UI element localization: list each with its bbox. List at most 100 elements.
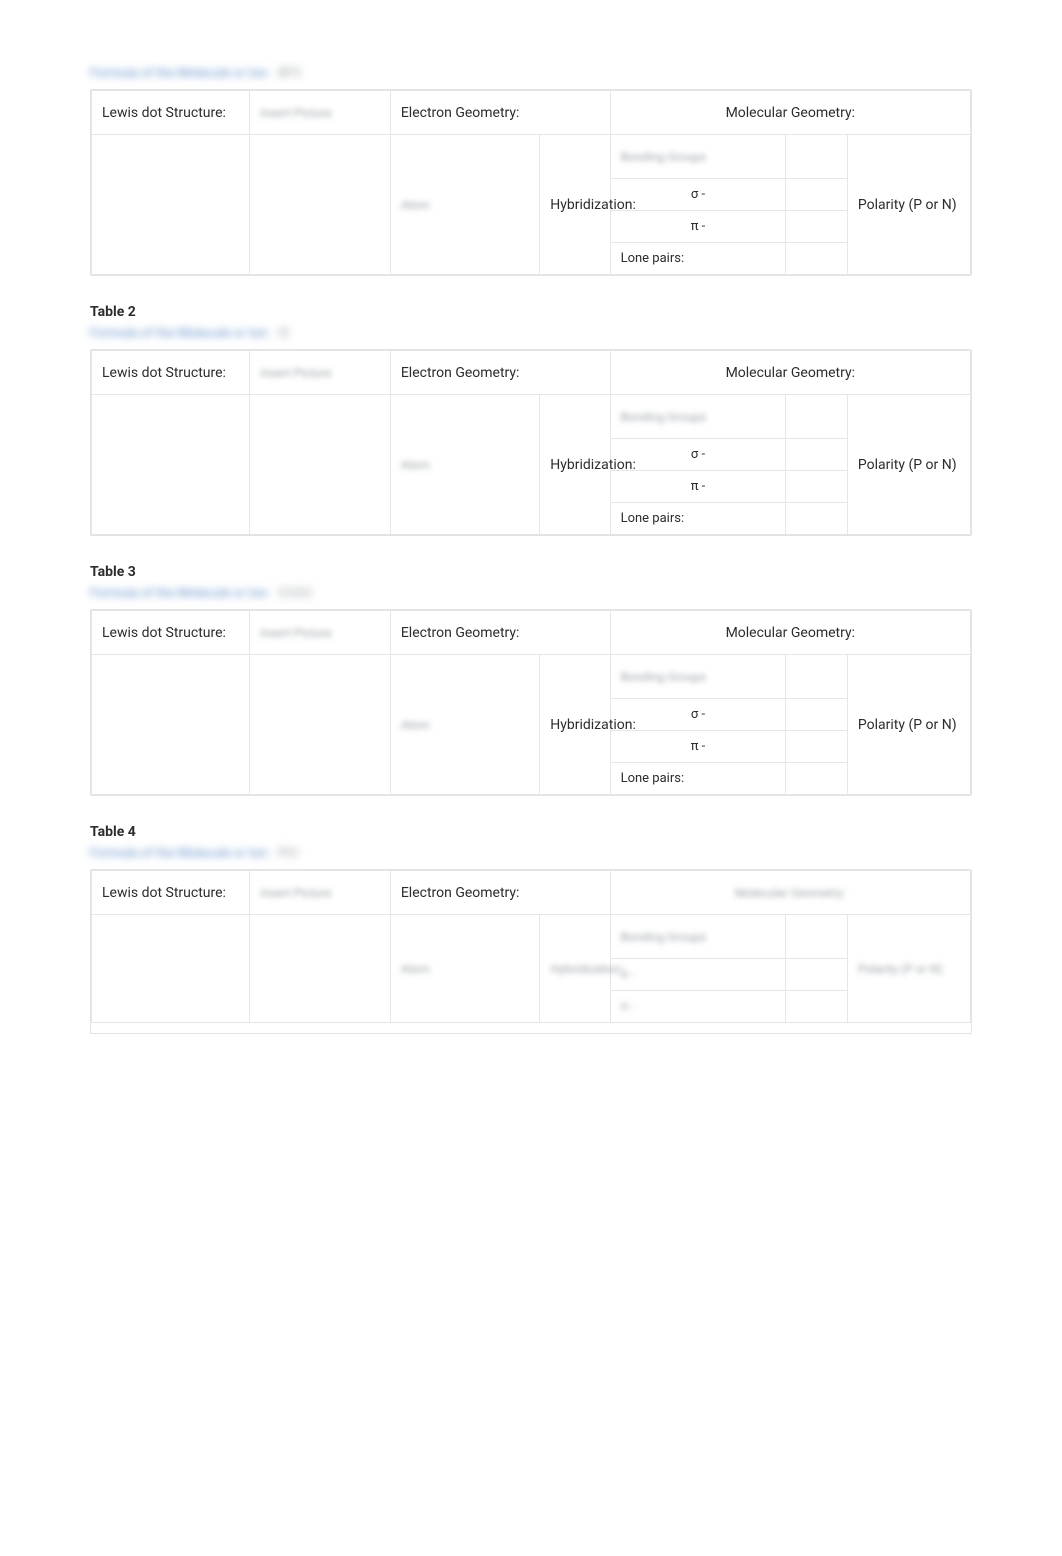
formula-line-2: Formula of the Molecule or Ion: I3 (90, 326, 972, 341)
table-3: Lewis dot Structure: Insert Picture Elec… (90, 609, 972, 796)
bonding-groups-hint: Bonding Groups (621, 150, 707, 164)
polarity-cell: Polarity (P or N) (847, 915, 970, 1023)
atom-cell: Atom (390, 915, 539, 1023)
lewis-area-right (250, 655, 391, 795)
bonding-groups-value (786, 395, 848, 439)
pi-value (786, 731, 848, 763)
insert-picture-hint: Insert Picture (260, 106, 331, 120)
table-4-heading: Table 4 (90, 824, 972, 840)
bonding-groups-cell: Bonding Groups (610, 135, 786, 179)
molecular-geometry-label: Molecular Geometry: (735, 886, 846, 900)
pi-label: π - (621, 999, 634, 1013)
hybridization-label: Hybridization: (540, 135, 610, 275)
lone-pairs-label: Lone pairs: (610, 763, 786, 795)
formula-value: CH2O (278, 586, 312, 601)
table-3-heading: Table 3 (90, 564, 972, 580)
electron-geometry-label: Electron Geometry: (390, 91, 610, 135)
lewis-picture-cell: Insert Picture (250, 91, 391, 135)
lewis-area-right (250, 135, 391, 275)
sigma-value (786, 439, 848, 471)
atom-cell: Atom (390, 135, 539, 275)
formula-label: Formula of the Molecule or Ion: (90, 326, 270, 341)
atom-cell: Atom (390, 655, 539, 795)
electron-geometry-label: Electron Geometry: (390, 871, 610, 915)
insert-picture-hint: Insert Picture (260, 886, 331, 900)
formula-line-4: Formula of the Molecule or Ion: PCl (90, 846, 972, 861)
formula-label: Formula of the Molecule or Ion: (90, 586, 270, 601)
lone-pairs-label: Lone pairs: (610, 243, 786, 275)
sigma-cell: σ - (610, 959, 786, 991)
sigma-label: σ - (610, 699, 786, 731)
formula-value: BF3 (278, 66, 301, 81)
pi-value (786, 471, 848, 503)
lewis-label: Lewis dot Structure: (92, 611, 250, 655)
molecular-geometry-label: Molecular Geometry: (610, 611, 970, 655)
lewis-area-right (250, 915, 391, 1023)
geometry-table: Lewis dot Structure: Insert Picture Elec… (91, 90, 971, 275)
sigma-value (786, 699, 848, 731)
sigma-label: σ - (621, 967, 634, 981)
bonding-groups-cell: Bonding Groups (610, 915, 786, 959)
bonding-groups-value (786, 135, 848, 179)
geometry-table: Lewis dot Structure: Insert Picture Elec… (91, 610, 971, 795)
bonding-groups-value (786, 915, 848, 959)
pi-value (786, 991, 848, 1023)
table-4: Lewis dot Structure: Insert Picture Elec… (90, 869, 972, 1034)
lewis-label: Lewis dot Structure: (92, 91, 250, 135)
pi-label: π - (610, 211, 786, 243)
lewis-area-left (92, 915, 250, 1023)
table-1: Lewis dot Structure: Insert Picture Elec… (90, 89, 972, 276)
insert-picture-hint: Insert Picture (260, 626, 331, 640)
atom-hint: Atom (401, 198, 430, 212)
pi-label: π - (610, 731, 786, 763)
molecular-geometry-label: Molecular Geometry: (610, 91, 970, 135)
formula-line-3: Formula of the Molecule or Ion: CH2O (90, 586, 972, 601)
geometry-table: Lewis dot Structure: Insert Picture Elec… (91, 870, 971, 1023)
lone-pairs-value (786, 503, 848, 535)
lewis-picture-cell: Insert Picture (250, 611, 391, 655)
sigma-value (786, 959, 848, 991)
lone-pairs-label: Lone pairs: (610, 503, 786, 535)
lewis-area-left (92, 135, 250, 275)
geometry-table: Lewis dot Structure: Insert Picture Elec… (91, 350, 971, 535)
sigma-label: σ - (610, 179, 786, 211)
formula-value: I3 (278, 326, 289, 341)
atom-hint: Atom (401, 458, 430, 472)
formula-label: Formula of the Molecule or Ion: (90, 66, 270, 81)
lewis-area-left (92, 655, 250, 795)
electron-geometry-label: Electron Geometry: (390, 351, 610, 395)
molecular-geometry-label: Molecular Geometry: (610, 351, 970, 395)
bonding-groups-cell: Bonding Groups (610, 655, 786, 699)
hybridization-cell: Hybridization: (540, 915, 610, 1023)
lewis-picture-cell: Insert Picture (250, 871, 391, 915)
lewis-area-right (250, 395, 391, 535)
lewis-picture-cell: Insert Picture (250, 351, 391, 395)
bonding-groups-hint: Bonding Groups (621, 930, 707, 944)
table-2: Lewis dot Structure: Insert Picture Elec… (90, 349, 972, 536)
lewis-label: Lewis dot Structure: (92, 871, 250, 915)
bonding-groups-hint: Bonding Groups (621, 410, 707, 424)
electron-geometry-label: Electron Geometry: (390, 611, 610, 655)
pi-value (786, 211, 848, 243)
pi-label: π - (610, 471, 786, 503)
formula-label: Formula of the Molecule or Ion: (90, 846, 270, 861)
atom-cell: Atom (390, 395, 539, 535)
polarity-label: Polarity (P or N) (858, 962, 943, 976)
atom-hint: Atom (401, 718, 430, 732)
pi-cell: π - (610, 991, 786, 1023)
polarity-label: Polarity (P or N) (847, 395, 970, 535)
lewis-area-left (92, 395, 250, 535)
lewis-label: Lewis dot Structure: (92, 351, 250, 395)
molecular-geometry-cell: Molecular Geometry: (610, 871, 970, 915)
hybridization-label: Hybridization: (540, 655, 610, 795)
formula-line-1: Formula of the Molecule or Ion: BF3 (90, 66, 972, 81)
lone-pairs-value (786, 243, 848, 275)
bonding-groups-value (786, 655, 848, 699)
bonding-groups-hint: Bonding Groups (621, 670, 707, 684)
formula-value: PCl (278, 846, 298, 861)
table-2-heading: Table 2 (90, 304, 972, 320)
hybridization-label: Hybridization: (540, 395, 610, 535)
atom-hint: Atom (401, 962, 430, 976)
lone-pairs-value (786, 763, 848, 795)
sigma-label: σ - (610, 439, 786, 471)
